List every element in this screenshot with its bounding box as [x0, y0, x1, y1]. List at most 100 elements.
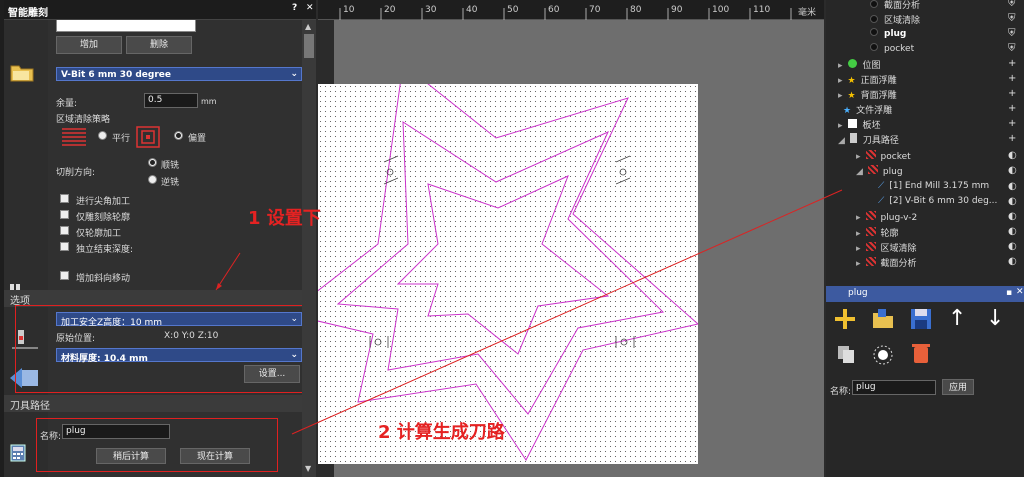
- close-icon[interactable]: ✕: [1016, 287, 1024, 297]
- outline-only-label: 仅轮廓加工: [76, 229, 122, 239]
- tree-row[interactable]: ▸ plug-v-2: [856, 211, 917, 226]
- visibility-icon[interactable]: ⛨: [1008, 28, 1022, 42]
- visibility-icon[interactable]: +: [1008, 58, 1022, 72]
- tree-row[interactable]: plug: [870, 28, 906, 43]
- toolpath-header[interactable]: 刀具路径: [4, 395, 306, 412]
- offset-label: 偏置: [188, 134, 207, 144]
- tree-row[interactable]: ◢ plug: [856, 165, 903, 180]
- end-depth-checkbox[interactable]: [60, 242, 69, 251]
- visibility-icon[interactable]: ◐: [1008, 165, 1022, 179]
- visibility-icon[interactable]: ◐: [1008, 181, 1022, 195]
- tree-row[interactable]: ★ 文件浮雕: [838, 103, 892, 118]
- move-up-icon[interactable]: ↑: [948, 306, 966, 331]
- tree-row[interactable]: ⟋ [1] End Mill 3.175 mm: [878, 181, 989, 196]
- visibility-icon[interactable]: +: [1008, 118, 1022, 132]
- tree-row[interactable]: ▸ 截面分析: [856, 256, 917, 271]
- open-folder-icon[interactable]: [872, 308, 894, 330]
- visibility-icon[interactable]: ⛨: [1008, 0, 1022, 12]
- copy-icon[interactable]: [836, 344, 856, 364]
- allowance-input[interactable]: 0.5: [144, 93, 198, 108]
- expand-arrow-icon[interactable]: ▸: [856, 229, 861, 239]
- parallel-radio[interactable]: [98, 131, 107, 140]
- annotation-step2: 2 计算生成刀路: [378, 422, 505, 443]
- add-icon[interactable]: [834, 308, 856, 330]
- props-name-input[interactable]: plug: [852, 380, 936, 395]
- expand-arrow-icon[interactable]: ◢: [856, 167, 863, 177]
- expand-arrow-icon[interactable]: ▸: [838, 91, 843, 101]
- expand-arrow-icon[interactable]: ▸: [838, 76, 843, 86]
- panel-scrollbar[interactable]: ▲ ▼: [302, 20, 316, 477]
- visibility-icon[interactable]: ◐: [1008, 150, 1022, 164]
- tree-row[interactable]: ▸ 区域清除: [856, 241, 917, 256]
- add-button[interactable]: 增加: [56, 36, 122, 54]
- tree-row[interactable]: 区域清除: [870, 13, 920, 28]
- dot-icon: [870, 0, 884, 11]
- tool-list-box[interactable]: [56, 20, 196, 32]
- toolpath-icon: [865, 211, 881, 223]
- toolpath-icon: [865, 150, 881, 162]
- tree-row[interactable]: pocket: [870, 43, 914, 58]
- parallel-label: 平行: [112, 134, 131, 144]
- ruler-tick-label: 80: [630, 5, 642, 15]
- material-sheet[interactable]: [318, 84, 698, 464]
- corner-checkbox[interactable]: [60, 194, 69, 203]
- visibility-icon[interactable]: ◐: [1008, 226, 1022, 240]
- help-icon[interactable]: ?: [292, 3, 297, 13]
- visibility-icon[interactable]: +: [1008, 103, 1022, 117]
- expand-arrow-icon[interactable]: ◢: [838, 136, 845, 146]
- visibility-icon[interactable]: ◐: [1008, 241, 1022, 255]
- expand-arrow-icon[interactable]: ▸: [838, 121, 843, 131]
- tree-row-label: 区域清除: [880, 244, 917, 254]
- ramp-checkbox[interactable]: [60, 271, 69, 280]
- expand-arrow-icon[interactable]: ▸: [856, 244, 861, 254]
- close-icon[interactable]: ✕: [306, 3, 314, 13]
- conventional-radio[interactable]: [148, 175, 157, 184]
- panel-title: 智能雕刻: [8, 8, 48, 19]
- select-icon[interactable]: [872, 344, 894, 366]
- visibility-icon[interactable]: ◐: [1008, 196, 1022, 210]
- tree-row[interactable]: ◢ 刀具路径: [838, 133, 899, 148]
- expand-arrow-icon[interactable]: ▸: [838, 61, 843, 71]
- scroll-down-icon[interactable]: ▼: [305, 464, 311, 473]
- clear-strategy-label: 区域清除策略: [56, 115, 111, 125]
- tree-row[interactable]: ▸ 轮廓: [856, 226, 899, 241]
- tree-row-label: 正面浮雕: [860, 76, 897, 86]
- conventional-label: 逆铣: [161, 178, 180, 188]
- expand-arrow-icon[interactable]: ▸: [856, 152, 861, 162]
- tool-select[interactable]: V-Bit 6 mm 30 degree ⌄: [56, 67, 302, 81]
- visibility-icon[interactable]: ⛨: [1008, 13, 1022, 27]
- delete-button[interactable]: 删除: [126, 36, 192, 54]
- expand-arrow-icon[interactable]: ▸: [856, 213, 861, 223]
- expand-arrow-icon[interactable]: ▸: [856, 259, 861, 269]
- save-icon[interactable]: [910, 308, 932, 330]
- climb-radio[interactable]: [148, 158, 157, 167]
- visibility-icon[interactable]: +: [1008, 73, 1022, 87]
- visibility-icon[interactable]: ◐: [1008, 256, 1022, 270]
- scrollbar-thumb[interactable]: [304, 34, 314, 58]
- options-highlight-box: [15, 305, 316, 393]
- tree-row[interactable]: ▸ ★ 正面浮雕: [838, 73, 897, 88]
- dot-icon: [870, 15, 884, 26]
- tree-row[interactable]: ⟋ [2] V-Bit 6 mm 30 deg...: [878, 196, 997, 211]
- trash-icon[interactable]: [910, 342, 932, 364]
- visibility-icon[interactable]: ◐: [1008, 211, 1022, 225]
- tree-row[interactable]: ▸ pocket: [856, 150, 911, 165]
- offset-radio[interactable]: [174, 131, 183, 140]
- visibility-icon[interactable]: ⛨: [1008, 43, 1022, 57]
- tree-row[interactable]: ▸ ★ 背面浮雕: [838, 88, 897, 103]
- outline-only-checkbox[interactable]: [60, 226, 69, 235]
- visibility-icon[interactable]: +: [1008, 88, 1022, 102]
- tree-row[interactable]: ▸ 位图: [838, 58, 881, 73]
- tree-row-label: pocket: [884, 44, 915, 54]
- tree-row[interactable]: ▸ 板坯: [838, 118, 881, 133]
- scroll-up-icon[interactable]: ▲: [305, 22, 311, 31]
- pin-icon[interactable]: ▪: [1006, 288, 1012, 298]
- apply-button[interactable]: 应用: [942, 379, 974, 395]
- visibility-icon[interactable]: +: [1008, 133, 1022, 147]
- tree-row[interactable]: 截面分析: [870, 0, 920, 13]
- engrave-outline-checkbox[interactable]: [60, 210, 69, 219]
- ruler-tick-label: 10: [343, 5, 355, 15]
- move-down-icon[interactable]: ↓: [986, 306, 1004, 331]
- tree-row-label: 轮廓: [880, 229, 899, 239]
- tree-row-label: 区域清除: [884, 16, 921, 26]
